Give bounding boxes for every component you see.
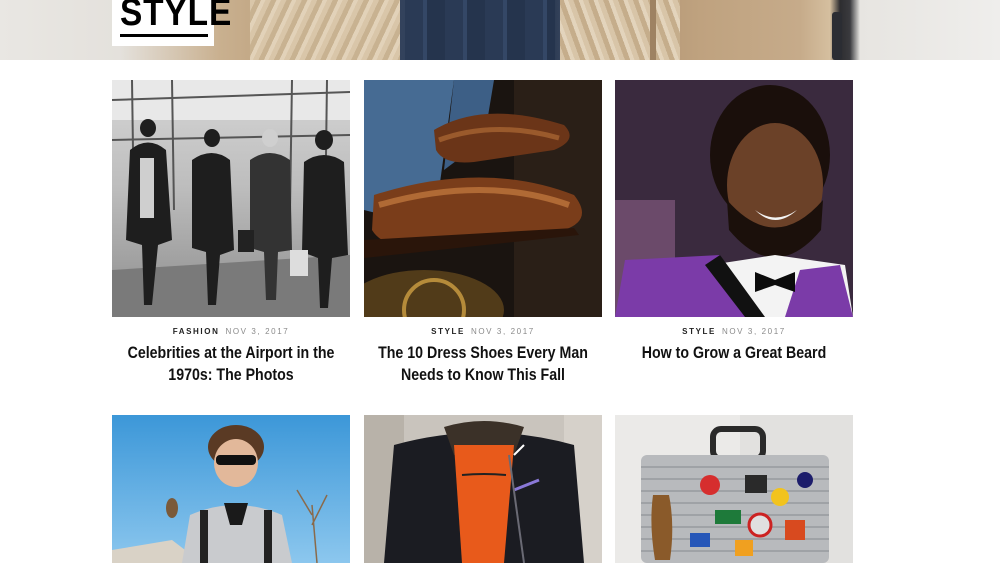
article-image[interactable]: [112, 415, 350, 563]
section-logo-text: STYLE: [120, 0, 233, 34]
section-logo[interactable]: STYLE: [112, 0, 231, 46]
hero-fur-collar-right: [560, 0, 680, 60]
article-date: NOV 3, 2017: [470, 327, 535, 336]
article-meta: FASHION NOV 3, 2017: [112, 327, 350, 336]
section-logo-underline: [120, 34, 208, 37]
article-category-link[interactable]: FASHION: [173, 327, 220, 336]
hero-denim-shirt: [405, 0, 555, 60]
article-image[interactable]: [364, 415, 602, 563]
article-date: NOV 3, 2017: [721, 327, 786, 336]
article-date: NOV 3, 2017: [225, 327, 290, 336]
article-image[interactable]: [615, 415, 853, 563]
article-category-link[interactable]: STYLE: [431, 327, 465, 336]
hero-fur-collar-left: [250, 0, 400, 60]
hero-coat-seam: [650, 0, 656, 60]
article-title-link[interactable]: How to Grow a Great Beard: [627, 342, 842, 364]
article-image[interactable]: [615, 80, 853, 317]
article-meta: STYLE NOV 3, 2017: [364, 327, 602, 336]
article-image[interactable]: [112, 80, 350, 317]
article-category-link[interactable]: STYLE: [682, 327, 716, 336]
article-meta: STYLE NOV 3, 2017: [615, 327, 853, 336]
article-image[interactable]: [364, 80, 602, 317]
article-title-link[interactable]: Celebrities at the Airport in the 1970s:…: [124, 342, 339, 386]
article-title-link[interactable]: The 10 Dress Shoes Every Man Needs to Kn…: [376, 342, 591, 386]
hero-bag-strap: [832, 12, 842, 60]
